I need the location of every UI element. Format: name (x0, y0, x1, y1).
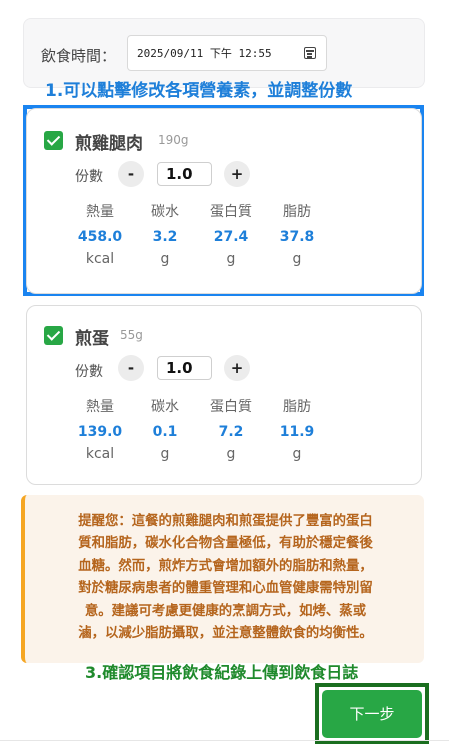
annotation-step-1: 1.可以點擊修改各項營養素，並調整份數 (45, 81, 353, 101)
food-weight: 190g (158, 133, 189, 147)
meal-time-value: 2025/09/11 下午 12:55 (137, 47, 272, 60)
nutrient-value[interactable]: 11.9 (265, 424, 329, 440)
tip-line: 質和脂肪，碳水化合物含量極低，有助於穩定餐後 (78, 536, 373, 552)
nutrient-value[interactable]: 37.8 (265, 229, 329, 245)
nutrient-carbs[interactable]: 碳水 0.1 g (133, 396, 197, 462)
nutrient-value[interactable]: 0.1 (133, 424, 197, 440)
servings-label: 份數 (75, 364, 103, 380)
tip-line: 提醒您：這餐的煎雞腿肉和煎蛋提供了豐富的蛋白 (78, 514, 373, 529)
nutrient-value[interactable]: 27.4 (199, 229, 263, 245)
decrease-servings-button[interactable]: - (118, 355, 144, 381)
increase-servings-button[interactable]: + (224, 161, 250, 187)
nutrient-label: 蛋白質 (210, 204, 252, 220)
nutrient-label: 熱量 (86, 204, 114, 220)
nutrient-label: 碳水 (151, 399, 179, 415)
nutrient-fat[interactable]: 脂肪 11.9 g (265, 396, 329, 462)
nutrient-protein[interactable]: 蛋白質 27.4 g (199, 201, 263, 267)
nutrient-label: 脂肪 (283, 399, 311, 415)
decrease-servings-button[interactable]: - (118, 161, 144, 187)
nutrient-protein[interactable]: 蛋白質 7.2 g (199, 396, 263, 462)
servings-label: 份數 (75, 169, 103, 185)
nutrient-label: 碳水 (151, 204, 179, 220)
food-name: 煎雞腿肉 (75, 134, 143, 154)
calendar-icon[interactable] (304, 47, 316, 59)
food-weight: 55g (120, 328, 143, 342)
nutrient-label: 蛋白質 (210, 399, 252, 415)
tip-line: 滷，以減少脂肪攝取，並注意整體飲食的均衡性。 (78, 626, 373, 642)
nutrient-value[interactable]: 458.0 (68, 229, 132, 245)
nutrient-unit: g (226, 251, 236, 267)
nutrient-value[interactable]: 7.2 (199, 424, 263, 440)
nutrient-value[interactable]: 3.2 (133, 229, 197, 245)
nutrient-fat[interactable]: 脂肪 37.8 g (265, 201, 329, 267)
nutrient-carbs[interactable]: 碳水 3.2 g (133, 201, 197, 267)
divider (0, 740, 449, 741)
nutrient-unit: kcal (85, 446, 115, 462)
nutrition-tip: 提醒您：這餐的煎雞腿肉和煎蛋提供了豐富的蛋白 質和脂肪，碳水化合物含量極低，有助… (21, 495, 424, 663)
food-card: 煎雞腿肉 190g 份數 - 1.0 + 熱量 458.0 kcal 碳水 3.… (26, 108, 422, 294)
servings-input[interactable]: 1.0 (157, 356, 212, 380)
food-name: 煎蛋 (75, 329, 109, 349)
nutrient-unit: g (226, 446, 236, 462)
nutrient-calories[interactable]: 熱量 139.0 kcal (68, 396, 132, 462)
next-button[interactable]: 下一步 (322, 690, 422, 738)
servings-input[interactable]: 1.0 (157, 162, 212, 186)
tip-line: 意。建議可考慮更健康的烹調方式，如烤、蒸或 (84, 603, 367, 619)
increase-servings-button[interactable]: + (224, 355, 250, 381)
meal-time-label: 飲食時間： (41, 47, 117, 65)
tip-line: 對於糖尿病患者的體重管理和心血管健康需特別留 (78, 581, 373, 597)
nutrient-value[interactable]: 139.0 (68, 424, 132, 440)
food-card: 煎蛋 55g 份數 - 1.0 + 熱量 139.0 kcal 碳水 0.1 g… (26, 305, 422, 485)
nutrient-unit: g (160, 251, 170, 267)
annotation-step-3: 3.確認項目將飲食紀錄上傳到飲食日誌 (85, 663, 359, 682)
nutrient-unit: g (292, 251, 302, 267)
food-checkbox[interactable] (44, 131, 63, 150)
nutrient-label: 熱量 (86, 399, 114, 415)
nutrient-label: 脂肪 (283, 204, 311, 220)
tip-line: 血糖。然而，煎炸方式會增加額外的脂肪和熱量， (78, 558, 373, 574)
nutrient-unit: g (292, 446, 302, 462)
nutrient-unit: g (160, 446, 170, 462)
food-checkbox[interactable] (44, 326, 63, 345)
nutrient-calories[interactable]: 熱量 458.0 kcal (68, 201, 132, 267)
meal-time-input[interactable]: 2025/09/11 下午 12:55 (127, 35, 327, 71)
nutrient-unit: kcal (85, 251, 115, 267)
